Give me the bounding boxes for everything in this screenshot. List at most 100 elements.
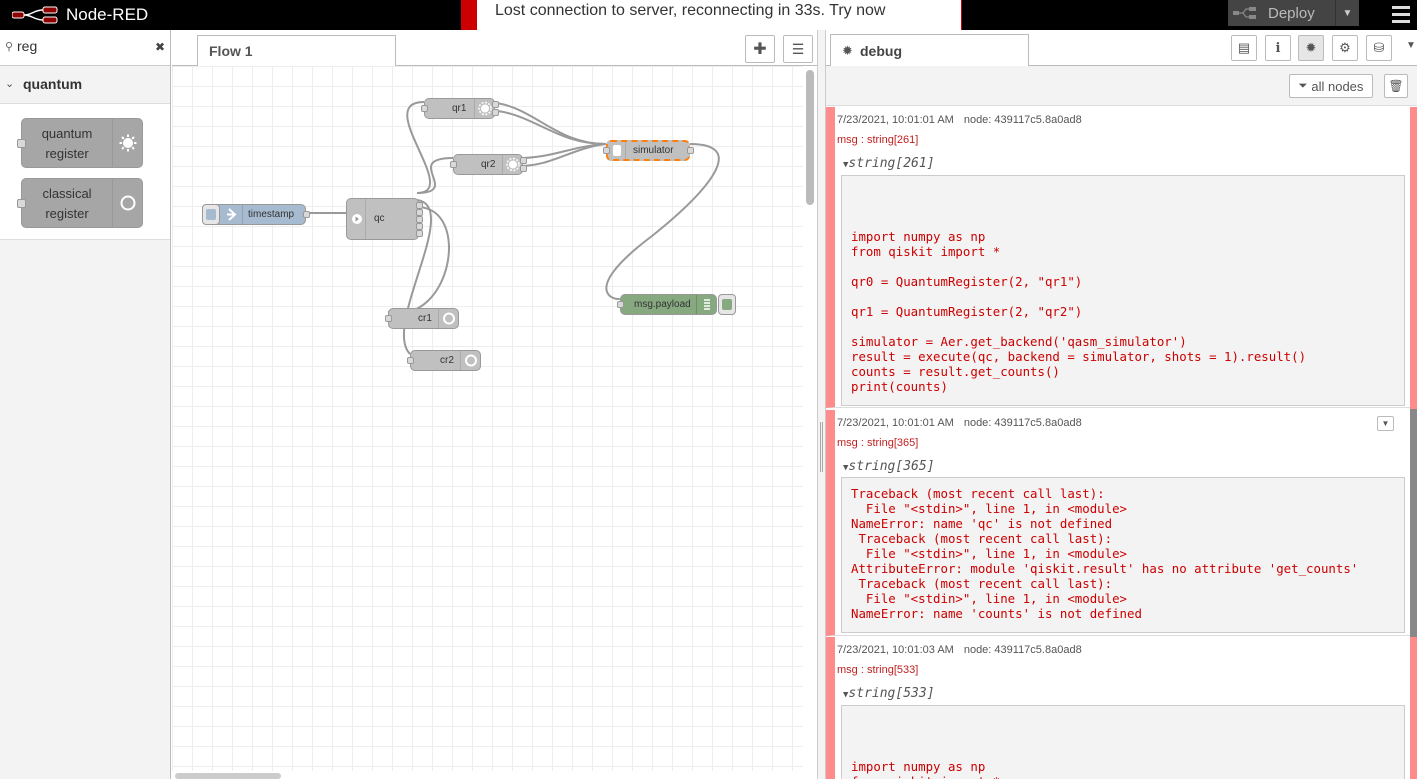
palette-node-list: quantum register classical register (0, 104, 170, 240)
square-icon (608, 142, 626, 159)
notification-text[interactable]: Lost connection to server, reconnecting … (495, 2, 885, 20)
message-tree-label: string[365] (848, 459, 935, 474)
palette-node-classical-register[interactable]: classical register (17, 178, 143, 228)
flow-workspace: Flow 1 ✚ ☰ timestamp qc qr1 qr2 simulato… (172, 30, 817, 779)
deploy-menu-caret-icon[interactable]: ▼ (1335, 0, 1359, 26)
palette-search: ⚲ ✖ (0, 30, 170, 66)
message-body: import numpy as np from qiskit import * … (841, 175, 1405, 406)
clear-messages-button[interactable]: 🗑 (1384, 74, 1408, 98)
message-node-id[interactable]: node: 439117c5.8a0ad8 (964, 417, 1082, 429)
deploy-label: Deploy (1268, 4, 1315, 22)
circle-icon (438, 309, 458, 328)
book-icon: ▤ (1237, 40, 1251, 55)
connection-notification: Lost connection to server, reconnecting … (461, 0, 962, 31)
message-timestamp: 7/23/2021, 10:01:01 AM (837, 114, 954, 126)
config-button[interactable]: ⚙ (1332, 35, 1358, 61)
simulator-node[interactable]: simulator (603, 140, 694, 161)
message-body: Traceback (most recent call last): File … (841, 477, 1405, 633)
cr1-node[interactable]: cr1 (385, 308, 459, 329)
sidebar: ✹ debug ▤ i ✹ ⚙ ⛁ ▼ ⏷ all nodes 🗑 7/23/2… (826, 30, 1417, 779)
debug-scrollbar[interactable] (1410, 107, 1417, 779)
node-red-logo-icon (12, 6, 58, 24)
message-timestamp: 7/23/2021, 10:01:01 AM (837, 417, 954, 429)
arrow-in-icon (223, 205, 243, 224)
flow-list-button[interactable]: ☰ (783, 35, 813, 63)
deploy-icon (1228, 0, 1262, 26)
list-icon: ☰ (791, 40, 805, 57)
palette-search-input[interactable] (17, 38, 147, 54)
message-node-id[interactable]: node: 439117c5.8a0ad8 (964, 644, 1082, 656)
qc-node[interactable]: qc (346, 198, 423, 240)
palette-node-label: quantum (41, 126, 93, 141)
sidebar-menu-caret-icon[interactable]: ▼ (1406, 40, 1416, 51)
add-flow-button[interactable]: ✚ (745, 35, 775, 63)
node-label: msg.payload (634, 299, 691, 310)
search-icon: ⚲ (5, 41, 14, 53)
message-type: msg : string[365] (837, 437, 919, 449)
message-tree-label: string[261] (848, 156, 935, 171)
message-type: msg : string[261] (837, 134, 919, 146)
trash-icon: 🗑 (1388, 79, 1404, 93)
list-icon (696, 295, 716, 314)
category-label: quantum (23, 76, 83, 92)
filter-icon: ⏷ (1298, 79, 1308, 92)
node-label: qc (374, 213, 385, 224)
node-label: qr2 (481, 159, 496, 170)
filter-nodes-button[interactable]: ⏷ all nodes (1289, 74, 1373, 98)
workspace-vertical-scrollbar[interactable] (806, 70, 814, 205)
timestamp-node[interactable]: timestamp (202, 204, 310, 225)
app-logo: Node-RED (12, 4, 148, 26)
cr2-node[interactable]: cr2 (407, 350, 481, 371)
workspace-horizontal-scrollbar[interactable] (175, 773, 281, 779)
qr1-node[interactable]: qr1 (421, 98, 499, 119)
palette-category-quantum[interactable]: ⌄ quantum (0, 66, 170, 104)
bug-icon: ✹ (1305, 40, 1317, 55)
palette-node-label: register (45, 146, 89, 161)
node-label: simulator (633, 145, 674, 156)
message-type: msg : string[533] (837, 664, 919, 676)
database-icon: ⛁ (1373, 40, 1385, 55)
circle-icon (112, 179, 142, 227)
workspace-tab-bar: Flow 1 ✚ ☰ (172, 30, 817, 67)
debug-message: 7/23/2021, 10:01:01 AM node: 439117c5.8a0… (826, 107, 1410, 408)
sidebar-splitter[interactable] (817, 30, 826, 779)
message-options-caret-icon[interactable]: ▼ (1377, 416, 1394, 431)
node-label: cr1 (418, 313, 432, 324)
gear-icon: ⚙ (1339, 40, 1351, 55)
tab-label: debug (860, 43, 902, 59)
context-data-button[interactable]: ⛁ (1366, 35, 1392, 61)
tab-label: Flow 1 (209, 43, 253, 59)
clear-search-icon[interactable]: ✖ (155, 40, 165, 54)
circle-icon (460, 351, 480, 370)
sun-icon (502, 155, 522, 174)
node-label: timestamp (248, 209, 295, 220)
sidebar-tab-bar: ✹ debug ▤ i ✹ ⚙ ⛁ ▼ (826, 30, 1417, 67)
qr2-node[interactable]: qr2 (450, 154, 527, 175)
node-label: cr2 (440, 355, 454, 366)
chevron-down-icon: ⌄ (5, 78, 15, 90)
hamburger-icon (1392, 5, 1410, 9)
plus-icon: ✚ (753, 41, 767, 58)
node-palette: ⚲ ✖ ⌄ quantum quantum register classical… (0, 30, 171, 779)
inject-trigger-button[interactable] (202, 204, 220, 225)
debug-tab-button[interactable]: ✹ (1298, 35, 1324, 61)
deploy-button[interactable]: Deploy ▼ (1228, 0, 1359, 26)
message-node-id[interactable]: node: 439117c5.8a0ad8 (964, 114, 1082, 126)
palette-node-label: register (45, 206, 89, 221)
info-icon: i (1275, 40, 1281, 56)
flow-canvas[interactable]: timestamp qc qr1 qr2 simulator cr1 cr2 m… (172, 66, 803, 771)
main-menu-button[interactable] (1390, 2, 1412, 26)
debug-node-msg-payload[interactable]: msg.payload (617, 294, 736, 315)
help-book-button[interactable]: ▤ (1231, 35, 1257, 61)
play-circle-icon (347, 199, 366, 239)
debug-toggle-button[interactable] (718, 294, 736, 315)
app-title: Node-RED (66, 5, 149, 24)
tab-debug[interactable]: ✹ debug (830, 34, 1029, 67)
debug-message: 7/23/2021, 10:01:01 AM node: 439117c5.8a0… (826, 410, 1410, 636)
palette-node-quantum-register[interactable]: quantum register (17, 118, 143, 168)
tab-flow-1[interactable]: Flow 1 (197, 35, 396, 67)
sun-icon (474, 99, 494, 118)
filter-label: all nodes (1311, 78, 1364, 94)
info-button[interactable]: i (1265, 35, 1291, 61)
message-timestamp: 7/23/2021, 10:01:03 AM (837, 644, 954, 656)
